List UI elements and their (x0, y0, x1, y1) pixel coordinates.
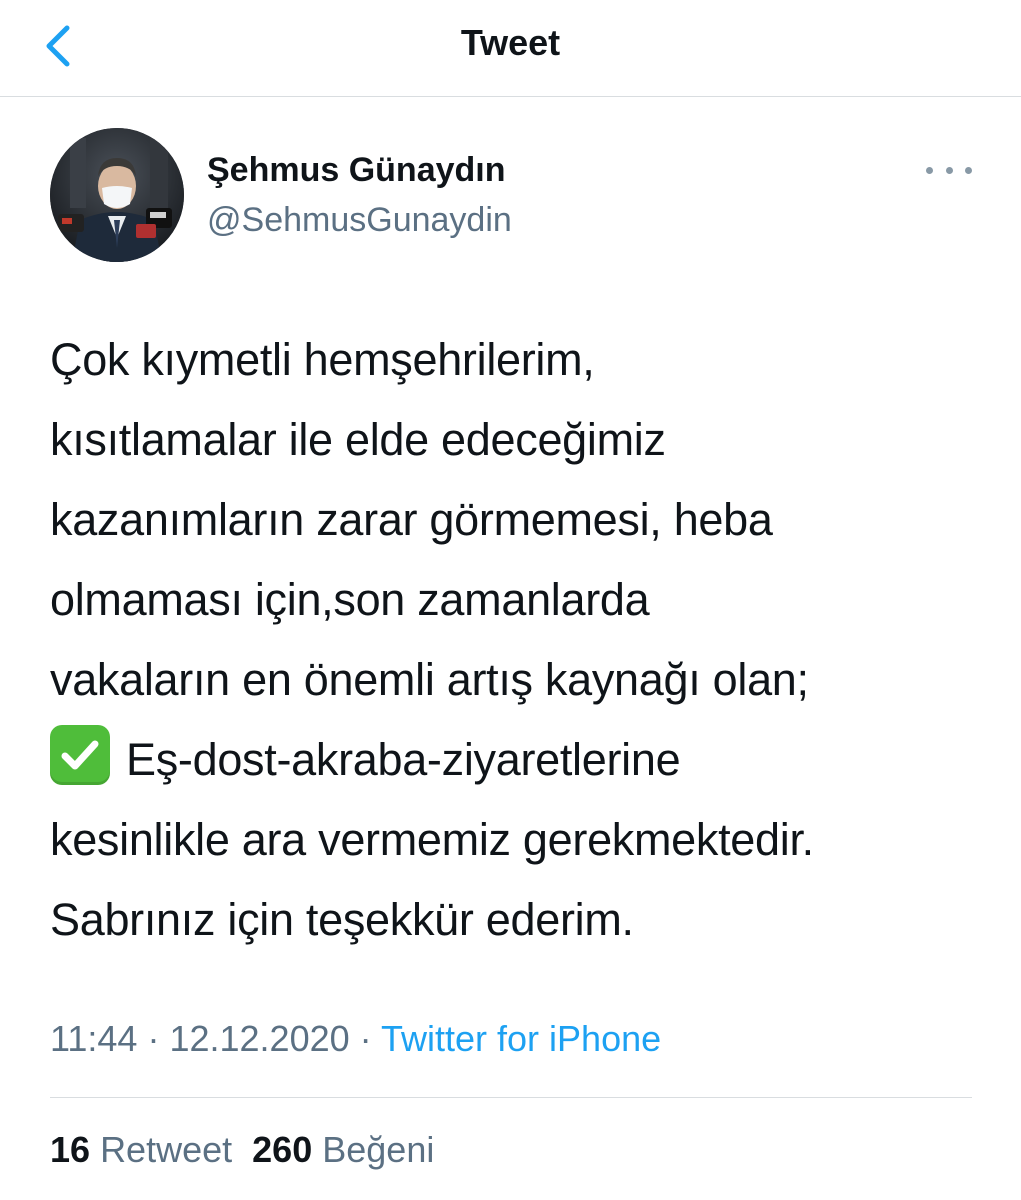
profile-photo (50, 128, 184, 262)
tweet-line: Çok kıymetli hemşehrilerim, (50, 334, 595, 385)
tweet-line: Eş-dost-akraba-ziyaretlerine (126, 734, 681, 785)
tweet-stats: 16 Retweet 260 Beğeni (50, 1126, 434, 1174)
page-title: Tweet (460, 22, 561, 63)
check-mark-button-emoji (50, 725, 110, 785)
like-label: Beğeni (322, 1129, 435, 1170)
navigation-bar: Tweet (0, 0, 1021, 97)
tweet-line: kesinlikle ara vermemiz gerekmektedir. (50, 814, 814, 865)
tweet-line: kısıtlamalar ile elde edeceğimiz (50, 414, 666, 465)
tweet-line: Sabrınız için teşekkür ederim. (50, 894, 634, 945)
tweet-text: Çok kıymetli hemşehrilerim, kısıtlamalar… (50, 320, 990, 960)
divider (50, 1097, 972, 1098)
meta-separator: · (359, 1018, 372, 1059)
more-dot-icon (926, 166, 933, 174)
tweet-line-with-emoji: Eş-dost-akraba-ziyaretlerine (50, 720, 990, 800)
like-count: 260 (252, 1129, 313, 1170)
retweets-stat[interactable]: 16 Retweet (50, 1129, 232, 1170)
tweet-metadata: 11:44 · 12.12.2020 · Twitter for iPhone (50, 1015, 661, 1063)
tweet-line: kazanımların zarar görmemesi, heba (50, 494, 773, 545)
avatar[interactable] (50, 128, 184, 262)
author-name[interactable]: Şehmus Günaydın (207, 148, 506, 192)
retweet-count: 16 (50, 1129, 91, 1170)
more-dot-icon (945, 166, 953, 174)
tweet-time: 11:44 (50, 1018, 138, 1059)
likes-stat[interactable]: 260 Beğeni (252, 1129, 434, 1170)
tweet-line: vakaların en önemli artış kaynağı olan; (50, 654, 809, 705)
more-options-button[interactable] (926, 155, 972, 185)
tweet-date: 12.12.2020 (169, 1018, 350, 1059)
meta-separator: · (147, 1018, 160, 1059)
tweet-line: olmaması için,son zamanlarda (50, 574, 650, 625)
more-dot-icon (965, 166, 972, 174)
author-handle[interactable]: @SehmusGunaydin (207, 198, 512, 242)
tweet-source-link[interactable]: Twitter for iPhone (381, 1018, 661, 1059)
retweet-label: Retweet (100, 1129, 233, 1170)
